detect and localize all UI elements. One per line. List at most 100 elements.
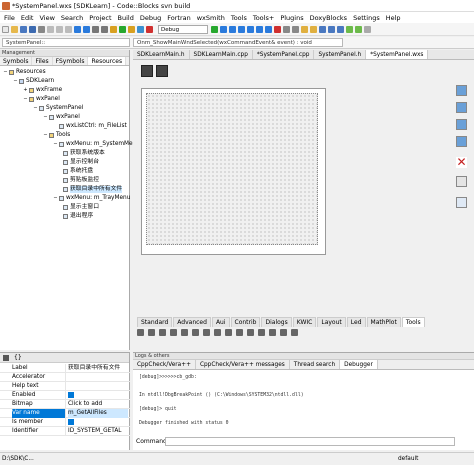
- preview-icon[interactable]: [456, 85, 467, 96]
- show-preview-icon[interactable]: [456, 176, 467, 187]
- doxyblocks-icon[interactable]: [346, 25, 353, 33]
- collapse-icon[interactable]: −: [3, 70, 8, 75]
- var-name-input[interactable]: m_GetAllFiles: [68, 409, 128, 418]
- tab-aui[interactable]: Aui: [211, 317, 230, 327]
- step-into-icon[interactable]: [238, 25, 245, 33]
- taskbar-icon-tool-icon[interactable]: [269, 329, 276, 336]
- tab-contrib[interactable]: Contrib: [230, 317, 261, 327]
- tab-cppcheck[interactable]: CppCheck/Vera++: [133, 360, 196, 369]
- menu-doxyblocks[interactable]: DoxyBlocks: [310, 14, 347, 22]
- tree-item[interactable]: − wxPanel: [23, 96, 60, 103]
- tab-systempanel-h[interactable]: SystemPanel.h: [314, 50, 367, 59]
- run-to-cursor-icon[interactable]: [220, 25, 227, 33]
- run-icon[interactable]: [119, 25, 126, 33]
- property-row[interactable]: Is member: [0, 418, 130, 427]
- html-easy-print-tool-icon[interactable]: [247, 329, 254, 336]
- bookmark-next-icon[interactable]: [337, 25, 344, 33]
- collapse-icon[interactable]: −: [13, 79, 18, 84]
- bookmark-prev-icon[interactable]: [328, 25, 335, 33]
- tree-item[interactable]: 显示主窗口: [63, 204, 99, 211]
- tab-resources[interactable]: Resources: [88, 57, 127, 65]
- tree-item[interactable]: wxListCtrl: m_FileList: [53, 123, 127, 130]
- menu-file[interactable]: File: [4, 14, 15, 22]
- paste-icon[interactable]: [65, 25, 72, 33]
- misc-tool-icon[interactable]: [364, 25, 371, 33]
- property-row[interactable]: Enabled: [0, 391, 130, 400]
- tree-item[interactable]: 退出程序: [63, 213, 93, 220]
- property-row-selected[interactable]: Var name m_GetAllFiles: [0, 409, 130, 418]
- property-row[interactable]: Help text: [0, 382, 130, 391]
- menu-plugins[interactable]: Plugins: [280, 14, 303, 22]
- bookmark-icon[interactable]: [319, 25, 326, 33]
- redo-icon[interactable]: [83, 25, 90, 33]
- font-dialog-tool-icon[interactable]: [214, 329, 221, 336]
- tree-item-selected[interactable]: 获取目录中所有文件: [63, 186, 123, 193]
- tab-tools[interactable]: Tools: [401, 317, 425, 327]
- tab-mathplot[interactable]: MathPlot: [366, 317, 401, 327]
- menu-search[interactable]: Search: [61, 14, 83, 22]
- panel-preview[interactable]: [146, 93, 318, 245]
- stop-debugger-icon[interactable]: [274, 25, 281, 33]
- tab-files[interactable]: Files: [32, 57, 53, 65]
- build-run-icon[interactable]: [128, 25, 135, 33]
- new-file-icon[interactable]: [2, 25, 9, 33]
- tree-item[interactable]: 系统托盘: [63, 168, 93, 175]
- collapse-icon[interactable]: −: [43, 133, 48, 138]
- insert-after-icon[interactable]: [456, 119, 467, 130]
- is-member-checkbox[interactable]: [68, 419, 74, 425]
- dialog-tool-icon[interactable]: [181, 329, 188, 336]
- step-instruction-icon[interactable]: [265, 25, 272, 33]
- collapse-icon[interactable]: −: [53, 196, 58, 201]
- tab-layout[interactable]: Layout: [317, 317, 346, 327]
- events-icon[interactable]: {}: [14, 354, 22, 361]
- toolbar-tool-icon[interactable]: [170, 329, 177, 336]
- save-all-icon[interactable]: [29, 25, 36, 33]
- notify-tool-icon[interactable]: [258, 329, 265, 336]
- menu-tools[interactable]: Tools: [231, 14, 247, 22]
- properties-icon[interactable]: [3, 355, 9, 361]
- tab-sdklearnmain-cpp[interactable]: SDKLearnMain.cpp: [190, 50, 253, 59]
- tab-sdklearnmain-h[interactable]: SDKLearnMain.h: [133, 50, 190, 59]
- tree-item[interactable]: − Tools: [43, 132, 70, 139]
- insert-before-icon[interactable]: [456, 102, 467, 113]
- copy-icon[interactable]: [56, 25, 63, 33]
- menu-component-icon[interactable]: [141, 65, 153, 77]
- property-row[interactable]: Accelerator: [0, 373, 130, 382]
- tree-item[interactable]: − SystemPanel: [33, 105, 83, 112]
- property-row[interactable]: Label 获取目录中所有文件: [0, 364, 130, 373]
- build-target-select[interactable]: Debug: [158, 24, 208, 34]
- step-out-icon[interactable]: [247, 25, 254, 33]
- file-dialog-tool-icon[interactable]: [192, 329, 199, 336]
- enabled-checkbox[interactable]: [68, 392, 74, 398]
- next-line-icon[interactable]: [229, 25, 236, 33]
- menu-build[interactable]: Build: [118, 14, 134, 22]
- menu-fortran[interactable]: Fortran: [167, 14, 190, 22]
- function-scope-select[interactable]: Onm_ShowMainWndSelected(wxCommandEvent& …: [133, 38, 343, 47]
- debug-continue-icon[interactable]: [211, 25, 218, 33]
- property-row[interactable]: Bitmap Click to add: [0, 400, 130, 409]
- tree-item[interactable]: − wxMenu: m_SystemMenu: [53, 141, 140, 148]
- menu-component-icon[interactable]: [156, 65, 168, 77]
- menu-tools-plus[interactable]: Tools+: [253, 14, 274, 22]
- tree-item[interactable]: − SDKLearn: [13, 78, 54, 85]
- tree-item[interactable]: − wxMenu: m_TrayMenu: [53, 195, 130, 202]
- tab-advanced[interactable]: Advanced: [173, 317, 211, 327]
- next-instruction-icon[interactable]: [256, 25, 263, 33]
- tree-item[interactable]: 剪贴板监控: [63, 177, 99, 184]
- doxywizard-icon[interactable]: [355, 25, 362, 33]
- collapse-icon[interactable]: −: [53, 142, 58, 147]
- rebuild-icon[interactable]: [137, 25, 144, 33]
- build-icon[interactable]: [110, 25, 117, 33]
- color-dialog-tool-icon[interactable]: [203, 329, 210, 336]
- tree-item[interactable]: − Resources: [3, 69, 46, 76]
- menu-help[interactable]: Help: [386, 14, 401, 22]
- find-icon[interactable]: [92, 25, 99, 33]
- property-row[interactable]: Identifier ID_SYSTEM_GETAL: [0, 427, 130, 436]
- tree-item[interactable]: − wxPanel: [43, 114, 80, 121]
- process-tool-icon[interactable]: [280, 329, 287, 336]
- menu-project[interactable]: Project: [89, 14, 111, 22]
- tab-systempanel-wxs[interactable]: *SystemPanel.wxs: [366, 50, 429, 59]
- tree-item[interactable]: 显示控制台: [63, 159, 99, 166]
- abort-icon[interactable]: [146, 25, 153, 33]
- menu-view[interactable]: View: [39, 14, 54, 22]
